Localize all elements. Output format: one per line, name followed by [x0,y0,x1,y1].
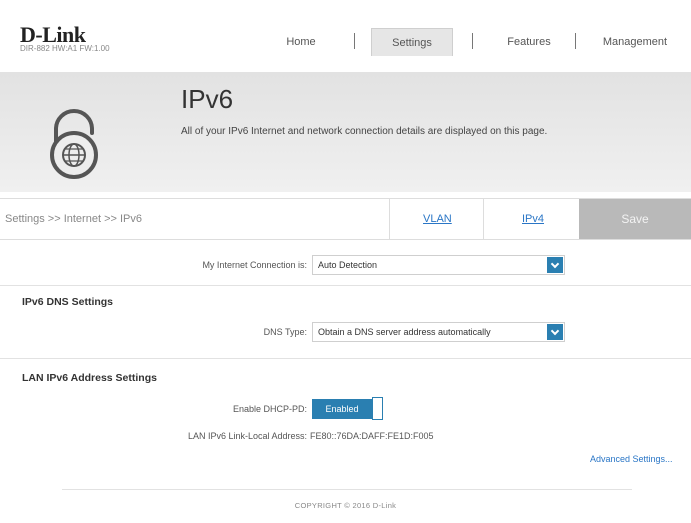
connection-type-value: Auto Detection [318,260,378,270]
page: D-Link DIR-882 HW:A1 FW:1.00 Home Settin… [0,0,691,523]
dns-type-label: DNS Type: [263,327,307,337]
dhcp-pd-label: Enable DHCP-PD: [232,404,307,414]
toggle-knob[interactable] [372,397,383,420]
chevron-down-icon[interactable] [547,324,563,340]
header: D-Link DIR-882 HW:A1 FW:1.00 Home Settin… [0,0,691,72]
chevron-down-icon[interactable] [547,257,563,273]
copyright-footer: COPYRIGHT © 2016 D-Link [294,501,397,510]
divider [0,358,691,359]
divider [0,285,691,286]
nav-separator [575,33,576,49]
link-local-value: FE80::76DA:DAFF:FE1D:F005 [310,431,434,441]
toolbar: Settings >> Internet >> IPv6 VLAN IPv4 S… [0,198,691,240]
page-description: All of your IPv6 Internet and network co… [181,126,548,137]
nav-home[interactable]: Home [268,28,334,56]
connection-label: My Internet Connection is: [202,260,307,270]
breadcrumb: Settings >> Internet >> IPv6 [5,213,142,225]
dns-type-select[interactable]: Obtain a DNS server address automaticall… [312,322,565,342]
ipv4-link[interactable]: IPv4 [522,213,544,225]
nav-separator [472,33,473,49]
dns-type-value: Obtain a DNS server address automaticall… [318,327,491,337]
lock-globe-icon [50,109,98,179]
connection-type-select[interactable]: Auto Detection [312,255,565,275]
dns-section-title: IPv6 DNS Settings [22,296,114,308]
vlan-link[interactable]: VLAN [423,213,452,225]
model-info: DIR-882 HW:A1 FW:1.00 [20,44,110,53]
link-local-label: LAN IPv6 Link-Local Address: [187,431,307,441]
save-button[interactable]: Save [579,199,691,239]
page-title: IPv6 [181,84,234,114]
nav-separator [354,33,355,49]
advanced-settings-link[interactable]: Advanced Settings... [590,454,673,464]
nav-settings[interactable]: Settings [371,28,453,56]
nav-features[interactable]: Features [493,28,565,56]
toolbar-separator [483,199,484,239]
dhcp-pd-toggle[interactable]: Enabled [312,399,372,419]
nav-management[interactable]: Management [592,28,678,56]
toolbar-separator [389,199,390,239]
footer-divider [62,489,632,490]
lan-section-title: LAN IPv6 Address Settings [22,372,157,384]
